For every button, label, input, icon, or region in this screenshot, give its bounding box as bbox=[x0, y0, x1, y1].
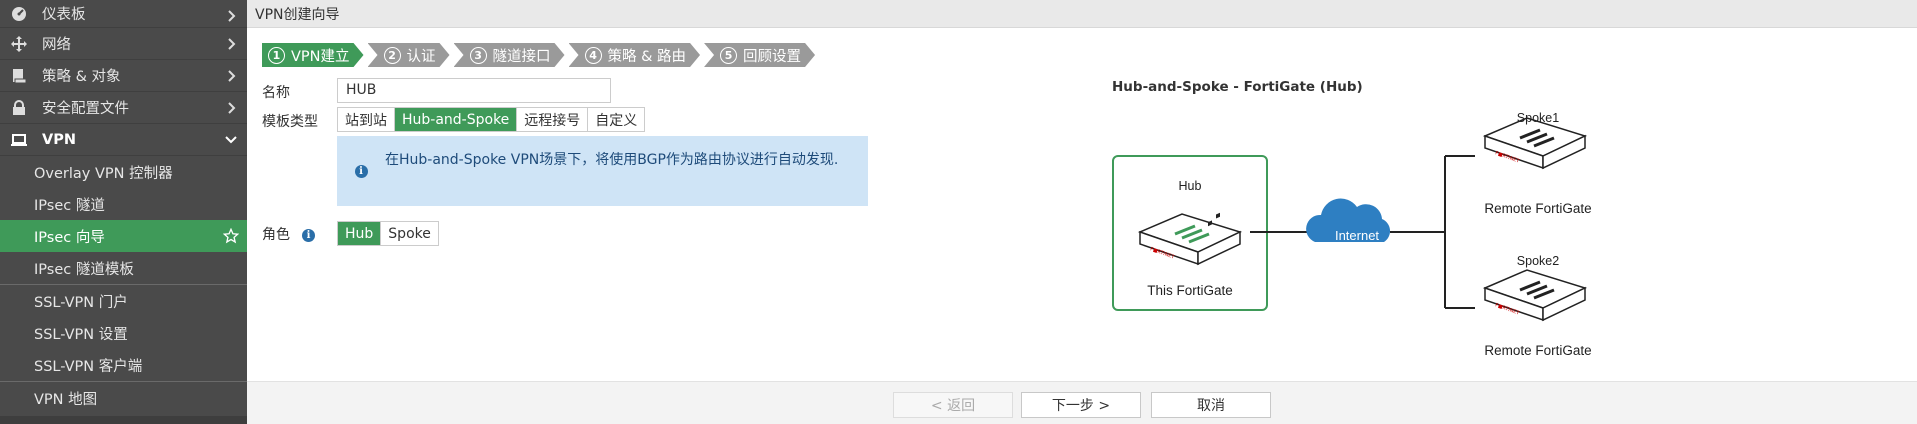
sidebar-item-label: 安全配置文件 bbox=[42, 101, 129, 117]
template-type-label: 模板类型 bbox=[262, 114, 318, 130]
sidebar-item-security-profiles[interactable]: 安全配置文件 bbox=[0, 92, 247, 124]
sidebar-item-dashboard[interactable]: 仪表板 bbox=[0, 0, 247, 28]
page-title-text: VPN创建向导 bbox=[255, 6, 340, 23]
chevron-right-icon bbox=[227, 28, 237, 60]
sidebar-subitem-label: IPsec 隧道 bbox=[34, 197, 105, 214]
policy-icon bbox=[10, 67, 28, 85]
page-title: VPN创建向导 bbox=[247, 0, 1917, 28]
role-selector: Hub Spoke bbox=[337, 221, 439, 246]
sidebar-item-vpn[interactable]: VPN bbox=[0, 124, 247, 156]
cancel-button[interactable]: 取消 bbox=[1151, 392, 1271, 418]
spoke2-device-icon: F■RTINET bbox=[1482, 269, 1588, 322]
role-option-hub[interactable]: Hub bbox=[338, 222, 382, 245]
sidebar-subitem-ipsec-tunnels[interactable]: IPsec 隧道 bbox=[0, 188, 247, 220]
sidebar-subitem-label: IPsec 向导 bbox=[34, 229, 105, 246]
step-number: 2 bbox=[384, 47, 401, 64]
step-review[interactable]: 5 回顾设置 bbox=[704, 43, 815, 67]
info-text: 在Hub-and-Spoke VPN场景下，将使用BGP作为路由协议进行自动发现… bbox=[385, 152, 839, 168]
diagram-title: Hub-and-Spoke - FortiGate (Hub) bbox=[1112, 79, 1363, 95]
sidebar-subitem-overlay-vpn[interactable]: Overlay VPN 控制器 bbox=[0, 156, 247, 188]
dashboard-icon bbox=[10, 5, 28, 23]
sidebar-item-label: 仪表板 bbox=[42, 7, 86, 23]
back-button[interactable]: < 返回 bbox=[893, 392, 1013, 418]
sidebar-item-policy[interactable]: 策略 & 对象 bbox=[0, 60, 247, 92]
sidebar-item-label: 网络 bbox=[42, 37, 71, 53]
name-label: 名称 bbox=[262, 85, 290, 101]
internet-label: Internet bbox=[1335, 228, 1379, 243]
step-authentication[interactable]: 2 认证 bbox=[368, 43, 450, 67]
step-label: VPN建立 bbox=[291, 48, 350, 65]
sidebar-subitem-ipsec-wizard[interactable]: IPsec 向导 bbox=[0, 220, 247, 252]
step-number: 4 bbox=[585, 47, 602, 64]
name-input[interactable]: HUB bbox=[337, 78, 611, 103]
hub-label: Hub bbox=[1179, 179, 1202, 193]
sidebar-subitem-label: IPsec 隧道模板 bbox=[34, 261, 134, 278]
sidebar-subitem-label: Overlay VPN 控制器 bbox=[34, 165, 173, 182]
sidebar-subitem-ssl-portals[interactable]: SSL-VPN 门户 bbox=[0, 285, 247, 317]
chevron-right-icon bbox=[227, 60, 237, 92]
sidebar-subitem-ssl-clients[interactable]: SSL-VPN 客户端 bbox=[0, 349, 247, 381]
template-type-selector: 站到站 Hub-and-Spoke 远程接号 自定义 bbox=[337, 107, 646, 132]
chevron-right-icon bbox=[227, 92, 237, 124]
lock-icon bbox=[10, 99, 28, 117]
step-number: 5 bbox=[720, 47, 737, 64]
template-option-site-to-site[interactable]: 站到站 bbox=[338, 108, 395, 131]
template-option-custom[interactable]: 自定义 bbox=[588, 108, 645, 131]
sidebar-subitem-label: SSL-VPN 客户端 bbox=[34, 358, 143, 375]
sidebar-subitem-label: VPN 地图 bbox=[34, 391, 98, 408]
sidebar-bottom bbox=[0, 416, 247, 424]
sidebar-subitem-vpn-map[interactable]: VPN 地图 bbox=[0, 382, 247, 414]
role-label: 角色 bbox=[262, 227, 290, 243]
info-message: i 在Hub-and-Spoke VPN场景下，将使用BGP作为路由协议进行自动… bbox=[337, 136, 868, 206]
wizard-footer: < 返回 下一步 > 取消 bbox=[247, 381, 1917, 424]
main-panel: VPN创建向导 1 VPN建立 2 认证 3 隧道接口 4 策略 & 路由 5 回顾设置 bbox=[247, 0, 1917, 424]
sidebar-item-network[interactable]: 网络 bbox=[0, 28, 247, 60]
step-number: 1 bbox=[268, 47, 285, 64]
sidebar-subitem-label: SSL-VPN 门户 bbox=[34, 294, 128, 311]
network-icon bbox=[10, 35, 28, 53]
step-tunnel-interface[interactable]: 3 隧道接口 bbox=[454, 43, 565, 67]
role-info-icon[interactable]: i bbox=[302, 226, 315, 242]
spoke2-label: Spoke2 bbox=[1517, 254, 1559, 268]
spoke1-label: Spoke1 bbox=[1517, 111, 1559, 125]
info-icon: i bbox=[337, 136, 385, 206]
wizard-steps: 1 VPN建立 2 认证 3 隧道接口 4 策略 & 路由 5 回顾设置 bbox=[262, 43, 819, 67]
step-label: 回顾设置 bbox=[743, 48, 802, 65]
template-option-hub-and-spoke[interactable]: Hub-and-Spoke bbox=[395, 108, 518, 131]
internet-cloud-icon: Internet bbox=[1306, 198, 1391, 243]
next-button[interactable]: 下一步 > bbox=[1021, 392, 1141, 418]
laptop-icon bbox=[10, 131, 28, 149]
step-number: 3 bbox=[470, 47, 487, 64]
spoke2-remote-label: Remote FortiGate bbox=[1484, 343, 1591, 358]
step-label: 认证 bbox=[406, 48, 436, 65]
chevron-down-icon bbox=[225, 124, 237, 156]
sidebar: 仪表板 网络 策略 & 对象 安全配置文件 VPN Overlay VPN 控制… bbox=[0, 0, 247, 424]
step-policy-routing[interactable]: 4 策略 & 路由 bbox=[569, 43, 701, 67]
this-fortigate-label: This FortiGate bbox=[1147, 283, 1233, 298]
topology-diagram: F■RTINET F■RTINET F■RTINET Internet Hub … bbox=[1112, 111, 1592, 358]
role-option-spoke[interactable]: Spoke bbox=[381, 222, 438, 245]
template-option-remote-access[interactable]: 远程接号 bbox=[517, 108, 589, 131]
step-label: 隧道接口 bbox=[492, 48, 551, 65]
sidebar-subitem-label: SSL-VPN 设置 bbox=[34, 326, 128, 343]
step-vpn-setup[interactable]: 1 VPN建立 bbox=[262, 43, 364, 67]
spoke1-remote-label: Remote FortiGate bbox=[1484, 201, 1591, 216]
sidebar-item-label: 策略 & 对象 bbox=[42, 69, 121, 85]
sidebar-subitem-ipsec-templates[interactable]: IPsec 隧道模板 bbox=[0, 252, 247, 284]
sidebar-item-label: VPN bbox=[42, 131, 76, 148]
step-label: 策略 & 路由 bbox=[607, 48, 687, 65]
sidebar-subitem-ssl-settings[interactable]: SSL-VPN 设置 bbox=[0, 317, 247, 349]
star-icon[interactable] bbox=[223, 220, 239, 252]
spoke1-device-icon: F■RTINET bbox=[1482, 117, 1588, 170]
